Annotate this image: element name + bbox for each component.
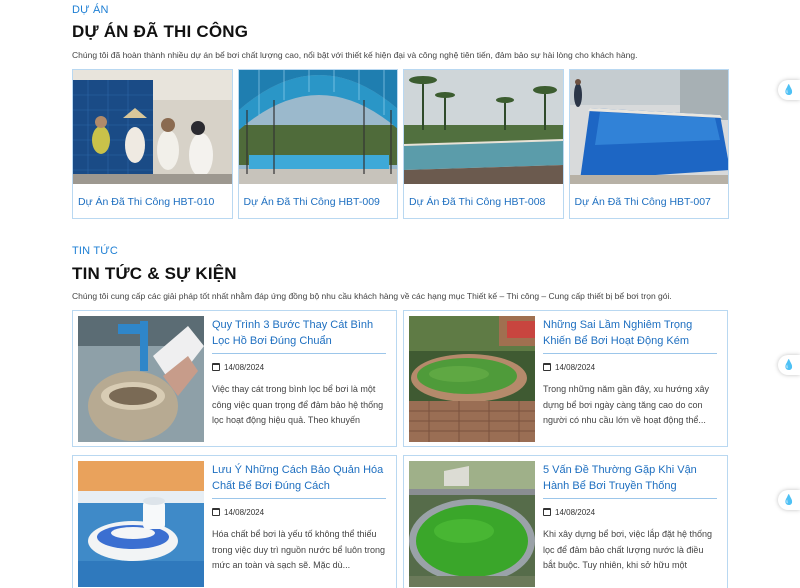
- news-eyebrow: TIN TỨC: [72, 245, 119, 257]
- floating-contact-button[interactable]: 💧: [778, 490, 800, 510]
- project-caption[interactable]: Dự Án Đã Thi Công HBT-010: [73, 184, 232, 219]
- calendar-icon: [543, 508, 551, 516]
- project-image: [238, 70, 397, 184]
- project-caption[interactable]: Dự Án Đã Thi Công HBT-007: [570, 184, 729, 219]
- projects-grid: Dự Án Đã Thi Công HBT-010 Dự Án Đã Thi C…: [72, 69, 729, 219]
- divider: [212, 353, 386, 354]
- news-date: 14/08/2024: [543, 361, 717, 373]
- water-drop-icon: 💧: [782, 494, 796, 506]
- news-card[interactable]: 5 Vấn Đề Thường Gặp Khi Vận Hành Bể Bơi …: [403, 455, 728, 588]
- news-image: [409, 461, 535, 587]
- project-card[interactable]: Dự Án Đã Thi Công HBT-007: [568, 69, 729, 219]
- water-drop-icon: 💧: [782, 84, 796, 96]
- news-excerpt: Hóa chất bể bơi là yếu tố không thể thiế…: [212, 529, 386, 570]
- project-image: [73, 70, 232, 184]
- water-drop-icon: 💧: [782, 359, 796, 371]
- news-date-text: 14/08/2024: [224, 507, 265, 517]
- project-card[interactable]: Dự Án Đã Thi Công HBT-009: [237, 69, 398, 219]
- divider: [543, 498, 717, 499]
- news-excerpt: Trong những năm gần đây, xu hướng xây dự…: [543, 384, 710, 425]
- news-date-text: 14/08/2024: [555, 362, 596, 372]
- news-excerpt: Khi xây dựng bể bơi, việc lắp đặt hệ thố…: [543, 529, 713, 570]
- project-image: [569, 70, 728, 184]
- news-image: [78, 461, 204, 587]
- news-title: TIN TỨC & SỰ KIỆN: [72, 264, 237, 283]
- news-title[interactable]: Những Sai Lầm Nghiêm Trọng Khiến Bể Bơi …: [543, 317, 717, 349]
- divider: [543, 353, 717, 354]
- projects-eyebrow: DỰ ÁN: [72, 4, 109, 16]
- project-card[interactable]: Dự Án Đã Thi Công HBT-008: [403, 69, 564, 219]
- project-card[interactable]: Dự Án Đã Thi Công HBT-010: [72, 69, 233, 219]
- news-date-text: 14/08/2024: [224, 362, 265, 372]
- news-date: 14/08/2024: [543, 506, 717, 518]
- news-date: 14/08/2024: [212, 506, 386, 518]
- projects-description: Chúng tôi đã hoàn thành nhiều dự án bể b…: [72, 50, 638, 60]
- news-title[interactable]: Quy Trình 3 Bước Thay Cát Bình Lọc Hồ Bơ…: [212, 317, 386, 349]
- news-date-text: 14/08/2024: [555, 507, 596, 517]
- news-description: Chúng tôi cung cấp các giải pháp tốt nhấ…: [72, 291, 672, 301]
- news-card[interactable]: Quy Trình 3 Bước Thay Cát Bình Lọc Hồ Bơ…: [72, 310, 397, 447]
- news-card[interactable]: Những Sai Lầm Nghiêm Trọng Khiến Bể Bơi …: [403, 310, 728, 447]
- calendar-icon: [543, 363, 551, 371]
- news-title[interactable]: Lưu Ý Những Cách Bảo Quản Hóa Chất Bể Bơ…: [212, 462, 386, 494]
- news-title[interactable]: 5 Vấn Đề Thường Gặp Khi Vận Hành Bể Bơi …: [543, 462, 717, 494]
- news-image: [78, 316, 204, 442]
- floating-contact-button[interactable]: 💧: [778, 355, 800, 375]
- news-card[interactable]: Lưu Ý Những Cách Bảo Quản Hóa Chất Bể Bơ…: [72, 455, 397, 588]
- floating-contact-button[interactable]: 💧: [778, 80, 800, 100]
- calendar-icon: [212, 508, 220, 516]
- project-caption[interactable]: Dự Án Đã Thi Công HBT-009: [239, 184, 398, 219]
- news-date: 14/08/2024: [212, 361, 386, 373]
- project-image: [404, 70, 563, 184]
- calendar-icon: [212, 363, 220, 371]
- news-excerpt: Việc thay cát trong bình lọc bể bơi là m…: [212, 384, 384, 425]
- news-image: [409, 316, 535, 442]
- project-caption[interactable]: Dự Án Đã Thi Công HBT-008: [404, 184, 563, 219]
- divider: [212, 498, 386, 499]
- projects-title: DỰ ÁN ĐÃ THI CÔNG: [72, 22, 249, 41]
